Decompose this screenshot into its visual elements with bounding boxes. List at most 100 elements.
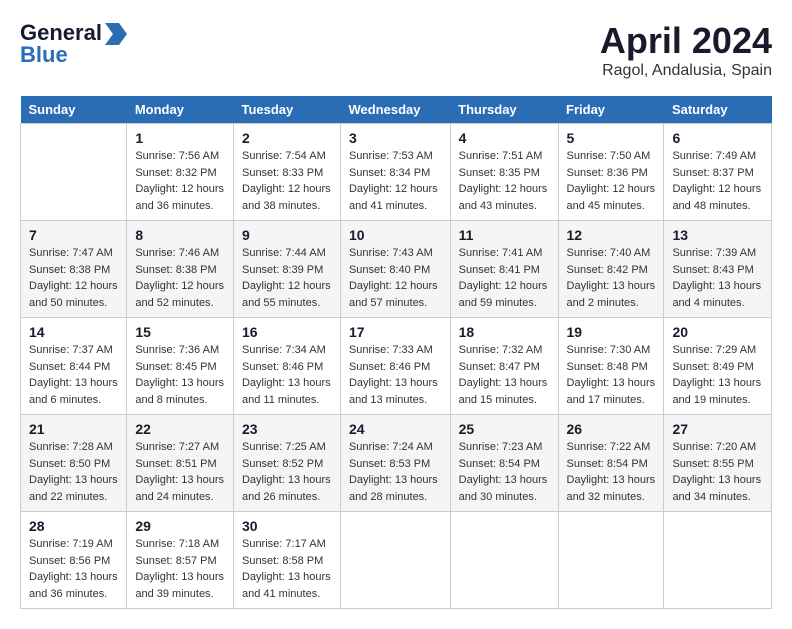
- calendar-cell: [558, 512, 664, 609]
- day-number: 5: [567, 130, 656, 146]
- day-number: 27: [672, 421, 763, 437]
- day-info: Sunrise: 7:56 AMSunset: 8:32 PMDaylight:…: [135, 150, 224, 212]
- day-info: Sunrise: 7:32 AMSunset: 8:47 PMDaylight:…: [459, 344, 548, 406]
- day-number: 11: [459, 227, 550, 243]
- day-number: 22: [135, 421, 225, 437]
- day-info: Sunrise: 7:40 AMSunset: 8:42 PMDaylight:…: [567, 247, 656, 309]
- day-info: Sunrise: 7:25 AMSunset: 8:52 PMDaylight:…: [242, 441, 331, 503]
- day-number: 25: [459, 421, 550, 437]
- day-number: 8: [135, 227, 225, 243]
- calendar-cell: 3 Sunrise: 7:53 AMSunset: 8:34 PMDayligh…: [340, 124, 450, 221]
- calendar-cell: 18 Sunrise: 7:32 AMSunset: 8:47 PMDaylig…: [450, 318, 558, 415]
- page-title: April 2024: [600, 20, 772, 62]
- day-info: Sunrise: 7:17 AMSunset: 8:58 PMDaylight:…: [242, 538, 331, 600]
- calendar-cell: 24 Sunrise: 7:24 AMSunset: 8:53 PMDaylig…: [340, 415, 450, 512]
- calendar-cell: 9 Sunrise: 7:44 AMSunset: 8:39 PMDayligh…: [233, 221, 340, 318]
- page-header: General Blue April 2024 Ragol, Andalusia…: [20, 20, 772, 80]
- day-number: 14: [29, 324, 118, 340]
- day-info: Sunrise: 7:50 AMSunset: 8:36 PMDaylight:…: [567, 150, 656, 212]
- calendar-cell: 1 Sunrise: 7:56 AMSunset: 8:32 PMDayligh…: [127, 124, 234, 221]
- day-number: 10: [349, 227, 442, 243]
- day-info: Sunrise: 7:47 AMSunset: 8:38 PMDaylight:…: [29, 247, 118, 309]
- day-info: Sunrise: 7:34 AMSunset: 8:46 PMDaylight:…: [242, 344, 331, 406]
- day-number: 15: [135, 324, 225, 340]
- col-tuesday: Tuesday: [233, 96, 340, 124]
- calendar-cell: 25 Sunrise: 7:23 AMSunset: 8:54 PMDaylig…: [450, 415, 558, 512]
- calendar-cell: 8 Sunrise: 7:46 AMSunset: 8:38 PMDayligh…: [127, 221, 234, 318]
- calendar-cell: [21, 124, 127, 221]
- day-info: Sunrise: 7:43 AMSunset: 8:40 PMDaylight:…: [349, 247, 438, 309]
- calendar-cell: 11 Sunrise: 7:41 AMSunset: 8:41 PMDaylig…: [450, 221, 558, 318]
- calendar-week-row: 14 Sunrise: 7:37 AMSunset: 8:44 PMDaylig…: [21, 318, 772, 415]
- day-info: Sunrise: 7:51 AMSunset: 8:35 PMDaylight:…: [459, 150, 548, 212]
- calendar-cell: 21 Sunrise: 7:28 AMSunset: 8:50 PMDaylig…: [21, 415, 127, 512]
- day-info: Sunrise: 7:22 AMSunset: 8:54 PMDaylight:…: [567, 441, 656, 503]
- day-info: Sunrise: 7:33 AMSunset: 8:46 PMDaylight:…: [349, 344, 438, 406]
- page-subtitle: Ragol, Andalusia, Spain: [600, 62, 772, 80]
- calendar-cell: 26 Sunrise: 7:22 AMSunset: 8:54 PMDaylig…: [558, 415, 664, 512]
- day-number: 17: [349, 324, 442, 340]
- calendar-cell: 13 Sunrise: 7:39 AMSunset: 8:43 PMDaylig…: [664, 221, 772, 318]
- col-sunday: Sunday: [21, 96, 127, 124]
- day-number: 23: [242, 421, 332, 437]
- col-saturday: Saturday: [664, 96, 772, 124]
- day-number: 1: [135, 130, 225, 146]
- day-info: Sunrise: 7:18 AMSunset: 8:57 PMDaylight:…: [135, 538, 224, 600]
- calendar-cell: 23 Sunrise: 7:25 AMSunset: 8:52 PMDaylig…: [233, 415, 340, 512]
- calendar-cell: 17 Sunrise: 7:33 AMSunset: 8:46 PMDaylig…: [340, 318, 450, 415]
- day-number: 2: [242, 130, 332, 146]
- calendar-week-row: 21 Sunrise: 7:28 AMSunset: 8:50 PMDaylig…: [21, 415, 772, 512]
- day-number: 19: [567, 324, 656, 340]
- calendar-cell: 16 Sunrise: 7:34 AMSunset: 8:46 PMDaylig…: [233, 318, 340, 415]
- calendar-cell: 10 Sunrise: 7:43 AMSunset: 8:40 PMDaylig…: [340, 221, 450, 318]
- day-info: Sunrise: 7:23 AMSunset: 8:54 PMDaylight:…: [459, 441, 548, 503]
- day-info: Sunrise: 7:28 AMSunset: 8:50 PMDaylight:…: [29, 441, 118, 503]
- col-wednesday: Wednesday: [340, 96, 450, 124]
- day-info: Sunrise: 7:53 AMSunset: 8:34 PMDaylight:…: [349, 150, 438, 212]
- day-info: Sunrise: 7:29 AMSunset: 8:49 PMDaylight:…: [672, 344, 761, 406]
- day-number: 29: [135, 518, 225, 534]
- day-info: Sunrise: 7:24 AMSunset: 8:53 PMDaylight:…: [349, 441, 438, 503]
- day-number: 4: [459, 130, 550, 146]
- day-number: 16: [242, 324, 332, 340]
- day-number: 30: [242, 518, 332, 534]
- calendar-week-row: 7 Sunrise: 7:47 AMSunset: 8:38 PMDayligh…: [21, 221, 772, 318]
- day-info: Sunrise: 7:27 AMSunset: 8:51 PMDaylight:…: [135, 441, 224, 503]
- day-number: 12: [567, 227, 656, 243]
- day-number: 3: [349, 130, 442, 146]
- calendar-cell: [664, 512, 772, 609]
- day-number: 6: [672, 130, 763, 146]
- calendar-cell: 6 Sunrise: 7:49 AMSunset: 8:37 PMDayligh…: [664, 124, 772, 221]
- calendar-cell: 7 Sunrise: 7:47 AMSunset: 8:38 PMDayligh…: [21, 221, 127, 318]
- day-info: Sunrise: 7:30 AMSunset: 8:48 PMDaylight:…: [567, 344, 656, 406]
- calendar-table: Sunday Monday Tuesday Wednesday Thursday…: [20, 96, 772, 609]
- day-info: Sunrise: 7:41 AMSunset: 8:41 PMDaylight:…: [459, 247, 548, 309]
- title-block: April 2024 Ragol, Andalusia, Spain: [600, 20, 772, 80]
- day-number: 20: [672, 324, 763, 340]
- col-friday: Friday: [558, 96, 664, 124]
- calendar-cell: 22 Sunrise: 7:27 AMSunset: 8:51 PMDaylig…: [127, 415, 234, 512]
- calendar-week-row: 28 Sunrise: 7:19 AMSunset: 8:56 PMDaylig…: [21, 512, 772, 609]
- day-number: 9: [242, 227, 332, 243]
- logo: General Blue: [20, 20, 127, 68]
- day-info: Sunrise: 7:44 AMSunset: 8:39 PMDaylight:…: [242, 247, 331, 309]
- calendar-cell: [450, 512, 558, 609]
- col-thursday: Thursday: [450, 96, 558, 124]
- day-info: Sunrise: 7:19 AMSunset: 8:56 PMDaylight:…: [29, 538, 118, 600]
- calendar-cell: 15 Sunrise: 7:36 AMSunset: 8:45 PMDaylig…: [127, 318, 234, 415]
- day-info: Sunrise: 7:49 AMSunset: 8:37 PMDaylight:…: [672, 150, 761, 212]
- logo-arrow-icon: [105, 23, 127, 45]
- calendar-cell: 28 Sunrise: 7:19 AMSunset: 8:56 PMDaylig…: [21, 512, 127, 609]
- day-info: Sunrise: 7:54 AMSunset: 8:33 PMDaylight:…: [242, 150, 331, 212]
- calendar-cell: 4 Sunrise: 7:51 AMSunset: 8:35 PMDayligh…: [450, 124, 558, 221]
- calendar-cell: [340, 512, 450, 609]
- day-info: Sunrise: 7:37 AMSunset: 8:44 PMDaylight:…: [29, 344, 118, 406]
- day-info: Sunrise: 7:36 AMSunset: 8:45 PMDaylight:…: [135, 344, 224, 406]
- calendar-cell: 29 Sunrise: 7:18 AMSunset: 8:57 PMDaylig…: [127, 512, 234, 609]
- day-number: 24: [349, 421, 442, 437]
- calendar-cell: 12 Sunrise: 7:40 AMSunset: 8:42 PMDaylig…: [558, 221, 664, 318]
- day-info: Sunrise: 7:39 AMSunset: 8:43 PMDaylight:…: [672, 247, 761, 309]
- calendar-cell: 27 Sunrise: 7:20 AMSunset: 8:55 PMDaylig…: [664, 415, 772, 512]
- calendar-cell: 30 Sunrise: 7:17 AMSunset: 8:58 PMDaylig…: [233, 512, 340, 609]
- day-number: 28: [29, 518, 118, 534]
